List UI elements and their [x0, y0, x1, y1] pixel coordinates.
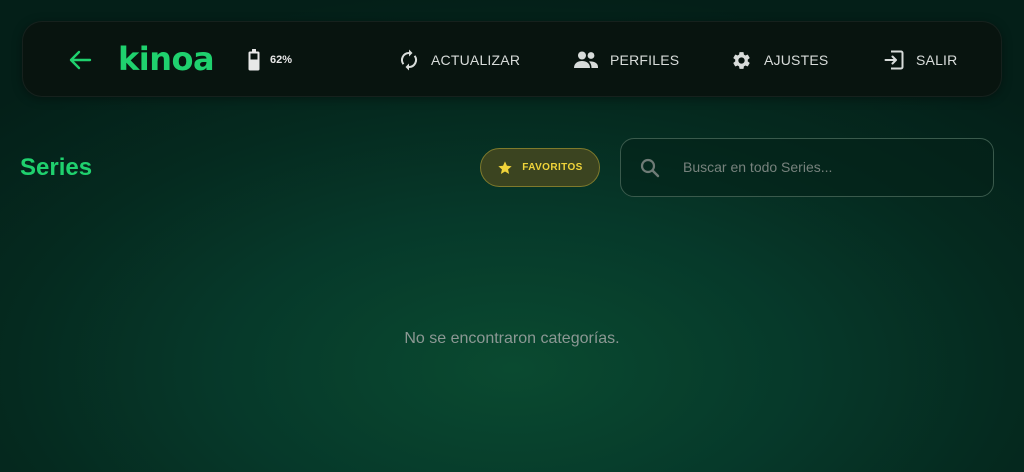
battery-indicator: 62% [248, 49, 292, 71]
people-icon [574, 51, 598, 69]
refresh-label: ACTUALIZAR [431, 52, 521, 68]
search-input[interactable] [683, 153, 973, 181]
battery-icon [248, 49, 260, 71]
arrow-left-icon [68, 49, 92, 71]
page-title: Series [20, 154, 93, 181]
star-icon [497, 160, 513, 176]
settings-label: AJUSTES [764, 52, 829, 68]
favorites-label: FAVORITOS [522, 162, 583, 173]
back-button[interactable] [67, 48, 93, 72]
logout-button[interactable]: SALIR [884, 48, 957, 72]
search-icon [640, 158, 660, 178]
favorites-button[interactable]: FAVORITOS [480, 148, 600, 187]
logout-label: SALIR [916, 52, 958, 68]
gear-icon [731, 50, 752, 71]
profiles-button[interactable]: PERFILES [574, 48, 679, 72]
refresh-button[interactable]: ACTUALIZAR [399, 48, 520, 72]
profiles-label: PERFILES [610, 52, 680, 68]
exit-icon [884, 50, 904, 70]
settings-button[interactable]: AJUSTES [731, 48, 828, 72]
app-logo: kinoa [118, 40, 215, 78]
empty-state-message: No se encontraron categorías. [404, 330, 620, 347]
search-box[interactable] [620, 138, 994, 197]
battery-level: 62% [270, 54, 293, 66]
top-navigation-bar: kinoa 62% ACTUALIZAR PERFILES AJUSTES SA… [22, 21, 1002, 97]
refresh-icon [399, 49, 419, 71]
